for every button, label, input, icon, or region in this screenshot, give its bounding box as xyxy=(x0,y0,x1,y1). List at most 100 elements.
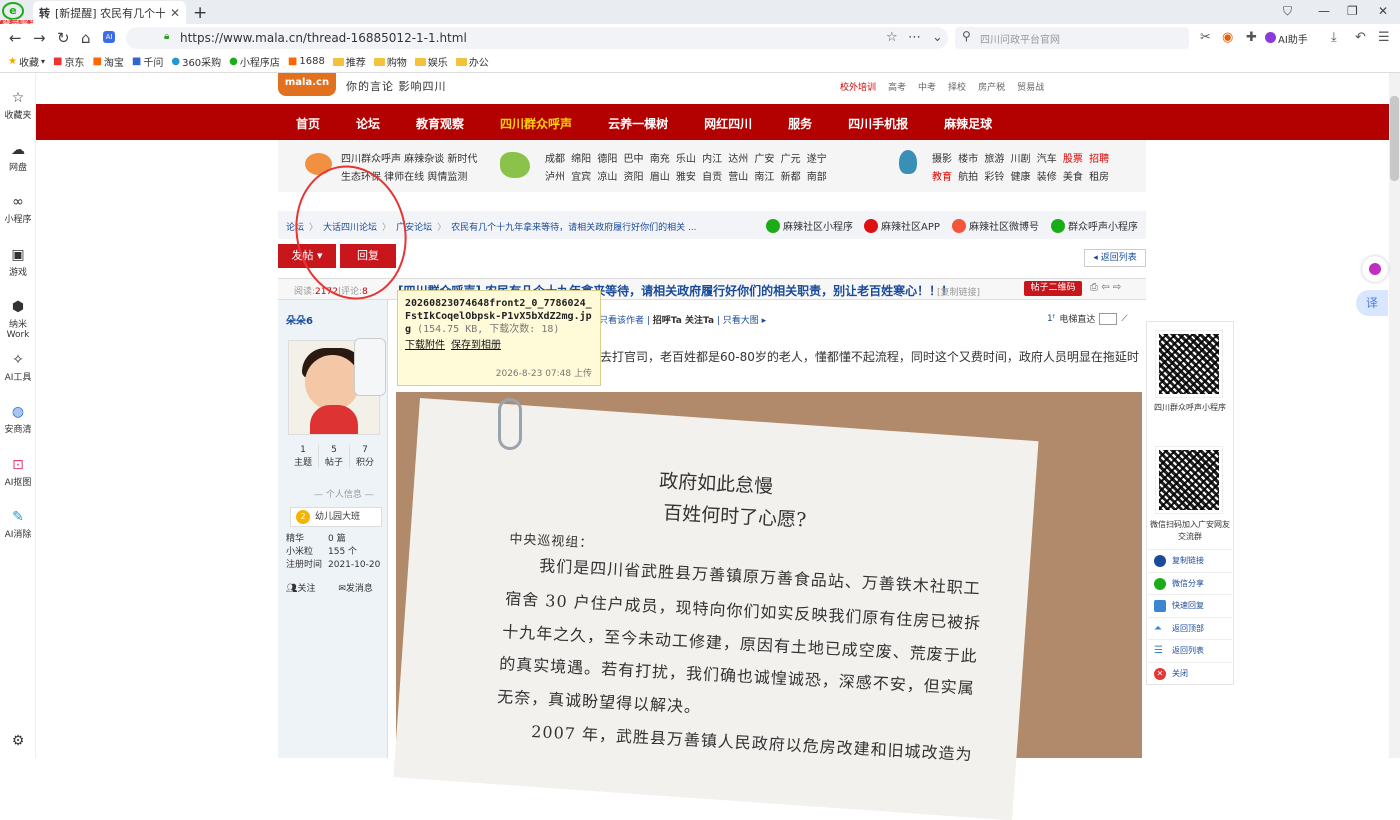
bookmark-item[interactable]: ■ 千问 xyxy=(132,54,163,69)
author-name[interactable]: 朵朵6 xyxy=(286,312,313,327)
nav-voice[interactable]: 四川群众呼声 xyxy=(500,115,572,132)
category-links-1[interactable]: 摄影 楼市 旅游 川剧 汽车 股票 招聘 xyxy=(932,150,1109,165)
prev-icon[interactable]: ⇦ xyxy=(1101,282,1109,293)
social-app[interactable]: 麻辣社区APP xyxy=(864,218,940,233)
dropdown-icon[interactable]: ⌄ xyxy=(932,30,943,45)
category-links-highlight[interactable]: 股票 招聘 xyxy=(1063,154,1109,165)
bookmark-item[interactable]: 娱乐 xyxy=(414,54,448,69)
settings-icon[interactable]: ⚙ xyxy=(0,733,36,751)
nav-tree[interactable]: 云养一棵树 xyxy=(608,115,668,132)
reload-icon[interactable]: ↻ xyxy=(57,29,70,47)
top-link[interactable]: 房产税 xyxy=(978,80,1005,93)
bookmark-item[interactable]: ■ 淘宝 xyxy=(92,54,123,69)
category-links[interactable]: 摄影 楼市 旅游 川剧 汽车 xyxy=(932,154,1057,165)
top-link[interactable]: 贸易战 xyxy=(1017,80,1044,93)
bookmark-item[interactable]: ■ 京东 xyxy=(53,54,84,69)
wechat-share-action[interactable]: 微信分享 xyxy=(1148,572,1232,594)
bookmark-item[interactable]: 购物 xyxy=(373,54,407,69)
category-links-2[interactable]: 教育 航拍 彩铃 健康 装修 美食 租房 xyxy=(932,168,1109,183)
extensions-icon[interactable]: ✚ xyxy=(1246,30,1257,45)
top-link[interactable]: 校外培训 xyxy=(840,80,876,93)
go-icon[interactable]: ⟋ xyxy=(1121,314,1127,324)
restore-icon[interactable]: ❐ xyxy=(1347,4,1358,18)
sidebar-item-ai-cutout[interactable]: ⊡ AI抠图 xyxy=(0,457,36,488)
nav-home[interactable]: 首页 xyxy=(296,115,320,132)
pin-icon[interactable]: ⛉ xyxy=(1283,4,1292,19)
sidebar-item-nano[interactable]: ⬢ 纳米Work xyxy=(0,299,36,340)
site-logo[interactable]: mala.cn xyxy=(278,73,336,96)
ai-helper-button[interactable]: AI助手 xyxy=(1278,31,1308,46)
window-close-icon[interactable]: ✕ xyxy=(1378,4,1388,18)
bookmark-item[interactable]: 办公 xyxy=(455,54,489,69)
stat-points[interactable]: 7 积分 xyxy=(350,445,380,468)
bookmark-item[interactable]: ● 360采购 xyxy=(171,54,221,69)
back-icon[interactable]: ← xyxy=(9,29,22,47)
social-miniapp[interactable]: 麻辣社区小程序 xyxy=(766,218,853,233)
message-button[interactable]: ✉发消息 xyxy=(338,584,383,594)
sidebar-item-miniapp[interactable]: ∞ 小程序 xyxy=(0,194,36,225)
close-action[interactable]: ✕ 关闭 xyxy=(1148,662,1232,684)
menu-icon[interactable]: ☰ xyxy=(1378,30,1390,45)
bookmark-item[interactable]: ★ 收藏 ▾ xyxy=(8,54,45,69)
panel-links-1[interactable]: 四川群众呼声 麻辣杂谈 新时代 xyxy=(341,150,477,165)
ai-icon[interactable]: AI xyxy=(103,31,115,43)
sidebar-item-security[interactable]: ◍ 安商清 xyxy=(0,404,36,435)
browser-tab[interactable]: 转 [新提醒] 农民有几个十九年 ✕ xyxy=(33,1,186,24)
nav-service[interactable]: 服务 xyxy=(788,115,812,132)
copy-link-action[interactable]: 复制链接 xyxy=(1148,549,1232,571)
download-attachment-link[interactable]: 下载附件 xyxy=(405,340,445,351)
undo-icon[interactable]: ↶ xyxy=(1355,30,1366,45)
new-tab-icon[interactable]: + xyxy=(193,3,207,23)
category-links-highlight[interactable]: 教育 xyxy=(932,172,952,183)
nav-influencer[interactable]: 网红四川 xyxy=(704,115,752,132)
ai-helper-icon[interactable] xyxy=(1265,32,1276,43)
city-links-2[interactable]: 泸州 宜宾 凉山 资阳 眉山 雅安 自贡 营山 南江 新都 南部 xyxy=(545,168,827,183)
nav-mobile-news[interactable]: 四川手机报 xyxy=(848,115,908,132)
post-qr-button[interactable]: 帖子二维码 xyxy=(1024,281,1082,296)
url-text[interactable]: https://www.mala.cn/thread-16885012-1-1.… xyxy=(180,31,467,45)
quick-reply-action[interactable]: 快速回复 xyxy=(1148,594,1232,616)
sidebar-item-games[interactable]: ▣ 游戏 xyxy=(0,247,36,278)
scissors-icon[interactable]: ✂ xyxy=(1200,30,1211,45)
top-link[interactable]: 中考 xyxy=(918,80,936,93)
sidebar-item-cloud[interactable]: ☁ 网盘 xyxy=(0,142,36,173)
top-link[interactable]: 高考 xyxy=(888,80,906,93)
bookmark-item[interactable]: ● 小程序店 xyxy=(229,54,280,69)
stat-topics[interactable]: 1 主题 xyxy=(288,445,319,468)
translate-float-button[interactable]: 译 xyxy=(1356,290,1388,316)
follow-button[interactable]: 👥︎关注 xyxy=(286,584,325,594)
nav-forum[interactable]: 论坛 xyxy=(356,115,380,132)
bookmark-star-icon[interactable]: ☆ xyxy=(886,30,898,45)
game-icon[interactable]: ◉ xyxy=(1222,30,1233,45)
return-list-action[interactable]: ☰ 返回列表 xyxy=(1148,639,1232,661)
print-icon[interactable]: ⎙ xyxy=(1090,282,1098,293)
thread-tools[interactable]: ⎙ ⇦ ⇨ xyxy=(1090,282,1121,293)
browser-logo-icon[interactable]: e xyxy=(2,2,24,20)
home-icon[interactable]: ⌂ xyxy=(81,29,91,47)
social-weibo[interactable]: 麻辣社区微博号 xyxy=(952,218,1039,233)
city-links-1[interactable]: 成都 绵阳 德阳 巴中 南充 乐山 内江 达州 广安 广元 遂宁 xyxy=(545,150,827,165)
scrollbar-thumb[interactable] xyxy=(1390,96,1399,181)
only-images-link[interactable]: 只看大图 xyxy=(723,316,759,326)
tab-close-icon[interactable]: ✕ xyxy=(170,6,180,20)
breadcrumb-item[interactable]: 农民有几个十九年拿来等待，请相关政府履行好你们的相关 ... xyxy=(451,223,696,233)
copy-link[interactable]: [复制链接] xyxy=(937,285,980,298)
bookmark-item[interactable]: ■ 1688 xyxy=(288,56,325,67)
nav-football[interactable]: 麻辣足球 xyxy=(944,115,992,132)
sidebar-item-ai-erase[interactable]: ✎ AI消除 xyxy=(0,509,36,540)
sidebar-item-favorites[interactable]: ☆ 收藏夹 xyxy=(0,90,36,121)
top-link[interactable]: 择校 xyxy=(948,80,966,93)
floor-input[interactable] xyxy=(1099,312,1118,325)
sidebar-item-ai-tools[interactable]: ✧ AI工具 xyxy=(0,352,36,383)
back-to-list-button[interactable]: ◂ 返回列表 xyxy=(1084,249,1146,267)
save-to-album-link[interactable]: 保存到相册 xyxy=(451,340,501,351)
bookmark-item[interactable]: 推荐 xyxy=(332,54,366,69)
stat-posts[interactable]: 5 帖子 xyxy=(319,445,350,468)
minimize-icon[interactable]: — xyxy=(1318,4,1330,18)
nav-education[interactable]: 教育观察 xyxy=(416,115,464,132)
only-author-link[interactable]: 只看该作者 xyxy=(599,316,644,326)
download-icon[interactable]: ⤓ xyxy=(1331,30,1337,45)
social-voice-miniapp[interactable]: 群众呼声小程序 xyxy=(1051,218,1138,233)
category-links[interactable]: 航拍 彩铃 健康 装修 美食 租房 xyxy=(958,172,1109,183)
greet-follow-links[interactable]: 招呼Ta 关注Ta xyxy=(653,316,714,326)
